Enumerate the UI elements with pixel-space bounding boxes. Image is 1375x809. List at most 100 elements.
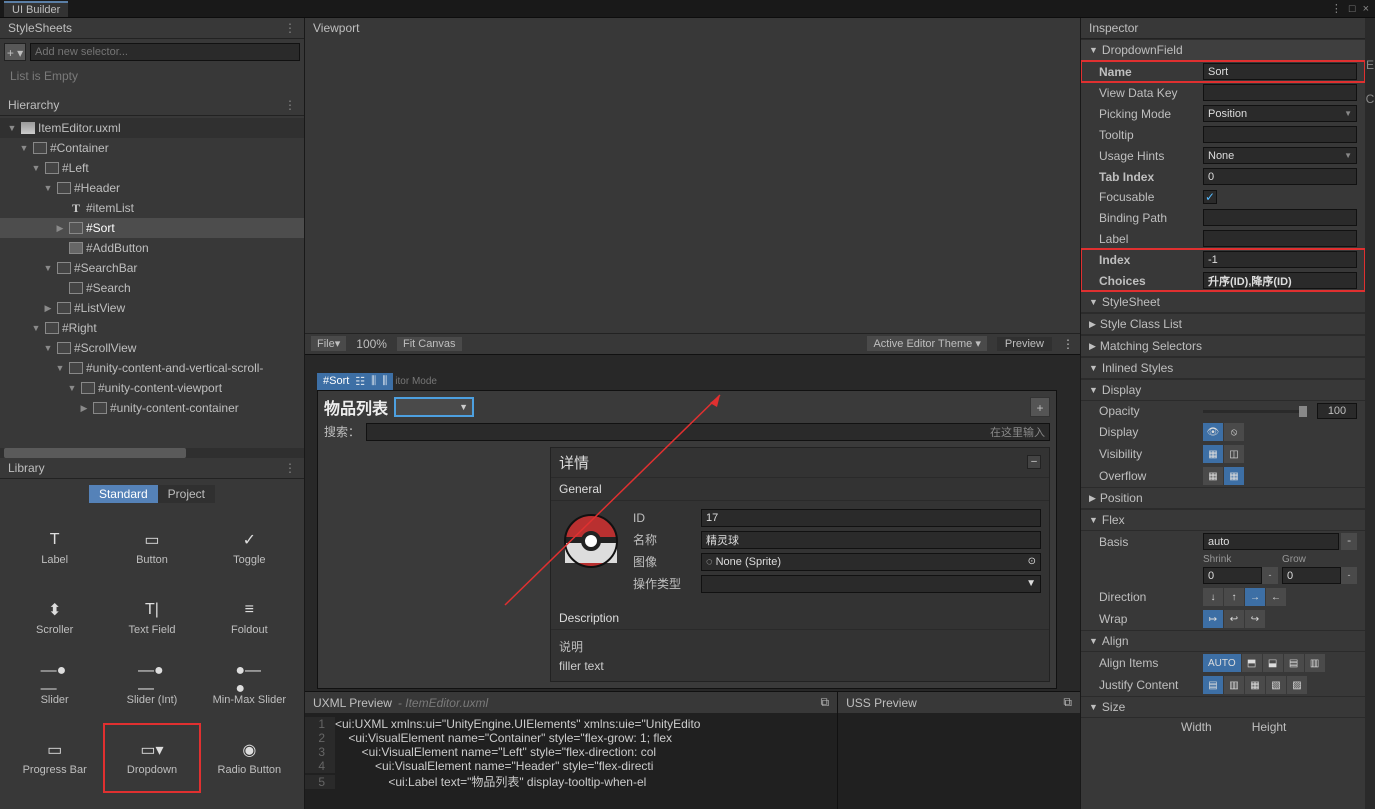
- lib-item-slider[interactable]: —●—Slider: [6, 653, 103, 723]
- name-input[interactable]: [1203, 63, 1357, 80]
- insp-sect-inlined[interactable]: ▼Inlined Styles: [1081, 357, 1365, 379]
- insp-sect-align[interactable]: ▼Align: [1081, 630, 1365, 652]
- optype-field[interactable]: ▼: [701, 575, 1041, 593]
- basis-input[interactable]: [1203, 533, 1339, 550]
- sort-dropdown[interactable]: ▼: [394, 397, 474, 417]
- id-field[interactable]: 17: [701, 509, 1041, 527]
- lib-item-progress[interactable]: ▭Progress Bar: [6, 723, 103, 793]
- visible-button[interactable]: ▦: [1203, 445, 1223, 463]
- lib-item-dropdown[interactable]: ▭▾Dropdown: [103, 723, 200, 793]
- wrap-button[interactable]: ↦: [1203, 610, 1223, 628]
- ai-button[interactable]: ▤: [1284, 654, 1304, 672]
- label-input[interactable]: [1203, 230, 1357, 247]
- ai-button[interactable]: ⬓: [1263, 654, 1283, 672]
- lib-item-scroller[interactable]: ⬍Scroller: [6, 583, 103, 653]
- collapsed-far-panel[interactable]: EC: [1365, 18, 1375, 809]
- description-header[interactable]: Description: [551, 607, 1049, 630]
- minimize-icon[interactable]: –: [1027, 455, 1041, 469]
- insp-sect-dropdownfield[interactable]: ▼DropdownField: [1081, 39, 1365, 61]
- tree-row[interactable]: #Search: [0, 278, 304, 298]
- fit-canvas-button[interactable]: Fit Canvas: [397, 337, 462, 351]
- ai-auto-button[interactable]: AUTO: [1203, 654, 1241, 672]
- more-icon[interactable]: ⋮: [1062, 337, 1074, 351]
- lib-item-button[interactable]: ▭Button: [103, 513, 200, 583]
- h-scrollbar[interactable]: [0, 448, 304, 458]
- tooltip-input[interactable]: [1203, 126, 1357, 143]
- tree-row[interactable]: ▶#unity-content-container: [0, 398, 304, 418]
- popout-icon[interactable]: ⧉: [821, 695, 830, 710]
- image-field[interactable]: ◌ None (Sprite)⊙: [701, 553, 1041, 571]
- unit-dropdown[interactable]: -: [1262, 567, 1278, 584]
- wrap-button[interactable]: ↩: [1224, 610, 1244, 628]
- shrink-input[interactable]: [1203, 567, 1262, 584]
- tree-row[interactable]: ▶#ListView: [0, 298, 304, 318]
- file-menu[interactable]: File▾: [311, 336, 346, 351]
- focusable-checkbox[interactable]: ✓: [1203, 190, 1217, 204]
- usagehints-dropdown[interactable]: None▼: [1203, 147, 1357, 164]
- display-flex-button[interactable]: 👁: [1203, 423, 1223, 441]
- hidden-button[interactable]: ◫: [1224, 445, 1244, 463]
- object-picker-icon[interactable]: ⊙: [1028, 556, 1036, 567]
- tree-row[interactable]: #AddButton: [0, 238, 304, 258]
- canvas[interactable]: #Sort☷⫼⫼itor Mode 物品列表 ▼ + 搜索： 在这里输入: [305, 355, 1080, 692]
- add-selector-button[interactable]: + ▾: [4, 43, 26, 61]
- insp-sect-flex[interactable]: ▼Flex: [1081, 509, 1365, 531]
- lib-item-toggle[interactable]: ✓Toggle: [201, 513, 298, 583]
- more-icon[interactable]: ⋮: [284, 98, 296, 112]
- library-tab-standard[interactable]: Standard: [89, 485, 158, 503]
- tree-row[interactable]: ▼#Right: [0, 318, 304, 338]
- ai-button[interactable]: ⬒: [1242, 654, 1262, 672]
- tree-row-root[interactable]: ▼ItemEditor.uxml: [0, 118, 304, 138]
- wrap-button[interactable]: ↪: [1245, 610, 1265, 628]
- opacity-slider[interactable]: [1203, 410, 1307, 413]
- jc-button[interactable]: ▤: [1203, 676, 1223, 694]
- more-icon[interactable]: ⋮: [284, 21, 296, 35]
- window-tab[interactable]: UI Builder: [4, 1, 68, 17]
- add-item-button[interactable]: +: [1030, 397, 1050, 417]
- tree-row[interactable]: ▼#Container: [0, 138, 304, 158]
- more-icon[interactable]: ⋮: [284, 461, 296, 475]
- preview-button[interactable]: Preview: [997, 337, 1052, 351]
- index-input[interactable]: [1203, 251, 1357, 268]
- dir-button[interactable]: ↓: [1203, 588, 1223, 606]
- tabindex-input[interactable]: [1203, 168, 1357, 185]
- lib-item-sliderint[interactable]: —●—Slider (Int): [103, 653, 200, 723]
- general-header[interactable]: General: [551, 478, 1049, 501]
- dir-button[interactable]: ↑: [1224, 588, 1244, 606]
- overflow-hidden-button[interactable]: ▦: [1224, 467, 1244, 485]
- add-selector-input[interactable]: [30, 43, 300, 61]
- library-tab-project[interactable]: Project: [158, 485, 215, 503]
- jc-button[interactable]: ▦: [1245, 676, 1265, 694]
- bindingpath-input[interactable]: [1203, 209, 1357, 226]
- lib-item-textfield[interactable]: T|Text Field: [103, 583, 200, 653]
- tree-row-sort[interactable]: ▶#Sort: [0, 218, 304, 238]
- tree-row[interactable]: ▼#SearchBar: [0, 258, 304, 278]
- dir-button[interactable]: ←: [1266, 588, 1286, 606]
- popout-icon[interactable]: ⧉: [1063, 695, 1072, 710]
- tree-row[interactable]: T#itemList: [0, 198, 304, 218]
- insp-sect-display[interactable]: ▼Display: [1081, 379, 1365, 401]
- lib-item-foldout[interactable]: ≡Foldout: [201, 583, 298, 653]
- search-input[interactable]: 在这里输入: [366, 423, 1050, 441]
- theme-dropdown[interactable]: Active Editor Theme ▾: [867, 336, 986, 351]
- overflow-visible-button[interactable]: ▦: [1203, 467, 1223, 485]
- jc-button[interactable]: ▨: [1287, 676, 1307, 694]
- tree-row[interactable]: ▼#ScrollView: [0, 338, 304, 358]
- insp-sect-size[interactable]: ▼Size: [1081, 696, 1365, 718]
- window-controls[interactable]: ⋮ □ ×: [1331, 2, 1371, 15]
- tree-row[interactable]: ▼#unity-content-viewport: [0, 378, 304, 398]
- insp-sect-styleclass[interactable]: ▶Style Class List: [1081, 313, 1365, 335]
- dir-button[interactable]: →: [1245, 588, 1265, 606]
- lib-item-label[interactable]: TLabel: [6, 513, 103, 583]
- pickingmode-dropdown[interactable]: Position▼: [1203, 105, 1357, 122]
- tree-row[interactable]: ▼#Header: [0, 178, 304, 198]
- lib-item-radio[interactable]: ◉Radio Button: [201, 723, 298, 793]
- insp-sect-position[interactable]: ▶Position: [1081, 487, 1365, 509]
- grow-input[interactable]: [1282, 567, 1341, 584]
- display-none-button[interactable]: ⦸: [1224, 423, 1244, 441]
- jc-button[interactable]: ▧: [1266, 676, 1286, 694]
- tree-row[interactable]: ▼#unity-content-and-vertical-scroll-: [0, 358, 304, 378]
- insp-sect-stylesheet[interactable]: ▼StyleSheet: [1081, 291, 1365, 313]
- opacity-value[interactable]: 100: [1317, 403, 1357, 419]
- viewdatakey-input[interactable]: [1203, 84, 1357, 101]
